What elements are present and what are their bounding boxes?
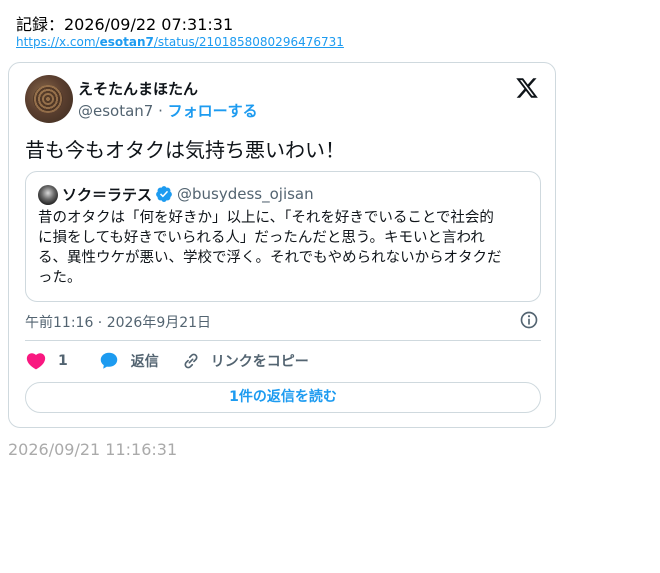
quoted-text-line: る、異性ウケが悪い、学校で浮く。それでもやめられないからオタクだ: [38, 250, 502, 266]
link-icon: [184, 353, 198, 369]
author-handle[interactable]: @esotan7: [78, 102, 153, 120]
verified-badge-icon: [156, 186, 172, 202]
tweet-timestamp[interactable]: 午前11:16 · 2026年9月21日: [25, 312, 211, 332]
action-bar: 1 返信 リンクをコピー: [25, 349, 309, 373]
like-button[interactable]: 1: [25, 350, 98, 372]
copy-link-button[interactable]: リンクをコピー: [181, 351, 309, 371]
tweet-text: 昔も今もオタクは気持ち悪いわい！: [25, 138, 345, 162]
follow-button[interactable]: フォローする: [168, 102, 258, 120]
source-url-link[interactable]: https://x.com/esotan7/status/21018580802…: [16, 35, 344, 49]
info-icon[interactable]: [519, 310, 539, 330]
quoted-text-line: った。: [38, 270, 82, 286]
tweet-card: えそたんまほたん @esotan7 · フォローする 昔も今もオタクは気持ち悪い…: [8, 62, 556, 428]
quoted-tweet-text: 昔のオタクは「何を好きか」以上に、「それを好きでいることで社会的 に損をしても好…: [38, 208, 528, 288]
divider: [25, 340, 541, 341]
quoted-tweet[interactable]: ソク＝ラテス @busydess_ojisan 昔のオタクは「何を好きか」以上に…: [25, 171, 541, 302]
record-label: 記録：2026/09/22 07:31:31: [16, 15, 234, 34]
url-prefix: https://x.com/: [16, 35, 100, 49]
reply-button[interactable]: 返信: [98, 350, 181, 372]
quoted-text-line: 昔のオタクは「何を好きか」以上に、「それを好きでいることで社会的: [38, 210, 494, 226]
copy-link-label: リンクをコピー: [210, 354, 309, 370]
reply-label: 返信: [130, 354, 159, 370]
handle-separator: ·: [153, 102, 168, 120]
author-display-name[interactable]: えそたんまほたん: [78, 78, 198, 99]
x-logo-icon[interactable]: [515, 76, 539, 100]
speech-bubble-icon: [100, 352, 117, 369]
url-suffix: /status/2101858080296476731: [153, 35, 344, 49]
quoted-text-line: に損をしても好きでいられる人」だったんだと思う。キモいと言われ: [38, 230, 485, 246]
read-replies-button[interactable]: 1件の返信を読む: [25, 382, 541, 413]
heart-icon: [26, 353, 46, 370]
quoted-author-handle: @busydess_ojisan: [177, 185, 314, 203]
like-count: 1: [58, 353, 68, 369]
quoted-author-avatar: [38, 185, 58, 205]
captured-time: 2026/09/21 11:16:31: [8, 440, 178, 459]
quoted-author-name: ソク＝ラテス: [62, 186, 153, 204]
author-avatar[interactable]: [25, 75, 73, 123]
author-handle-line: @esotan7 · フォローする: [78, 100, 258, 121]
url-user: esotan7: [99, 35, 154, 49]
